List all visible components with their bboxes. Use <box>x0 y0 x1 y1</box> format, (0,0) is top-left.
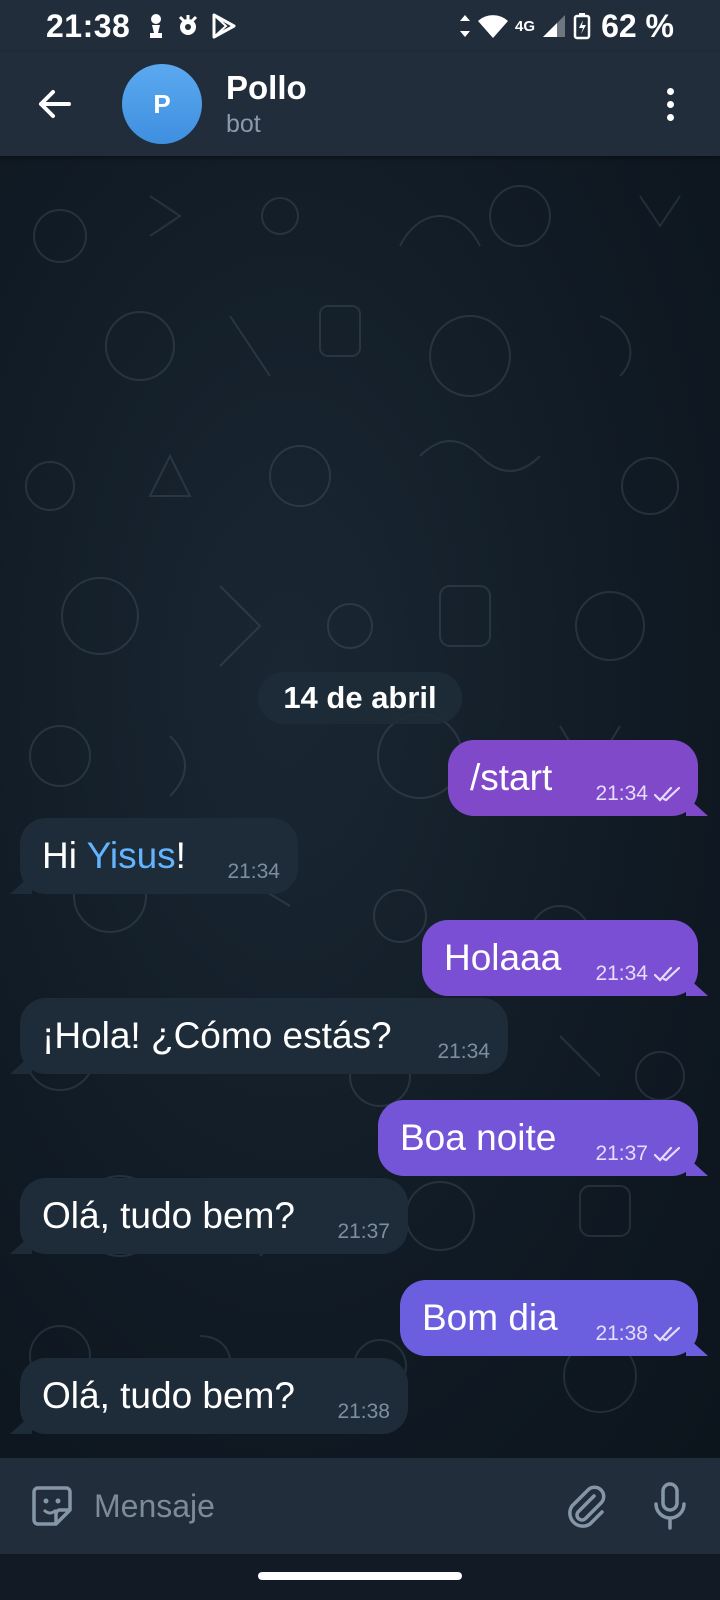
message-text: Olá, tudo bem? <box>42 1375 295 1416</box>
back-arrow-icon <box>39 90 71 118</box>
message-meta: 21:37 <box>337 1220 390 1244</box>
outgoing-message[interactable]: Boa noite 21:37 <box>378 1100 698 1176</box>
chat-subtitle: bot <box>226 110 261 138</box>
voice-message-button[interactable] <box>642 1478 698 1534</box>
double-check-icon <box>654 1326 681 1342</box>
data-arrows-icon <box>460 15 471 37</box>
chess-pawn-icon <box>150 14 163 38</box>
message-time: 21:34 <box>595 782 648 805</box>
message-meta: 21:38 <box>595 1322 684 1346</box>
message-meta: 21:34 <box>227 860 280 884</box>
network-type: 4G <box>515 17 536 35</box>
status-time: 21:38 <box>46 7 131 44</box>
battery-icon <box>573 13 591 40</box>
outgoing-message[interactable]: /start 21:34 <box>448 740 698 816</box>
outgoing-message[interactable]: Bom dia 21:38 <box>400 1280 698 1356</box>
signal-icon <box>543 15 566 37</box>
gear-icon <box>179 15 198 35</box>
home-indicator[interactable] <box>258 1572 462 1580</box>
incoming-message[interactable]: ¡Hola! ¿Cómo estás? 21:34 <box>20 998 508 1074</box>
sticker-button[interactable] <box>24 1478 80 1534</box>
message-time: 21:38 <box>337 1400 390 1423</box>
incoming-message[interactable]: Olá, tudo bem? 21:37 <box>20 1178 408 1254</box>
more-vert-icon <box>666 87 674 95</box>
message-text: Boa noite <box>400 1117 557 1158</box>
message-text: ¡Hola! ¿Cómo estás? <box>42 1015 392 1056</box>
message-time: 21:34 <box>437 1040 490 1063</box>
incoming-message[interactable]: Hi Yisus! 21:34 <box>20 818 298 894</box>
sticker-icon <box>32 1486 72 1526</box>
message-text-end: ! <box>175 835 186 876</box>
message-text: Olá, tudo bem? <box>42 1195 295 1236</box>
notification-icons <box>146 13 236 39</box>
chat-info[interactable]: Pollo bot <box>226 68 307 140</box>
message-time: 21:34 <box>227 860 280 883</box>
message-list[interactable]: 14 de abril /start 21:34 Hi Yisus! 21:34… <box>0 156 720 1458</box>
more-options-button[interactable] <box>650 76 690 132</box>
incoming-message[interactable]: Olá, tudo bem? 21:38 <box>20 1358 408 1434</box>
message-text: Bom dia <box>422 1297 558 1338</box>
double-check-icon <box>654 1146 681 1162</box>
date-separator: 14 de abril <box>258 672 462 724</box>
message-text: /start <box>470 757 553 798</box>
message-text-start: Hi <box>42 835 87 876</box>
chat-title: Pollo <box>226 69 307 106</box>
chat-header: P Pollo bot <box>0 52 720 156</box>
message-time: 21:34 <box>595 962 648 985</box>
play-store-icon <box>212 13 236 39</box>
attach-icon <box>568 1485 606 1528</box>
mention-link[interactable]: Yisus <box>87 835 176 876</box>
outgoing-message[interactable]: Holaaa 21:34 <box>422 920 698 996</box>
status-bar: 21:38 4G 62 % <box>0 0 720 52</box>
message-time: 21:37 <box>337 1220 390 1243</box>
double-check-icon <box>654 786 681 802</box>
message-time: 21:38 <box>595 1322 648 1345</box>
message-meta: 21:38 <box>337 1400 390 1424</box>
message-meta: 21:34 <box>595 962 684 986</box>
message-text: Hi Yisus! <box>42 835 186 877</box>
message-composer <box>0 1458 720 1554</box>
mic-icon <box>654 1482 686 1530</box>
attach-button[interactable] <box>558 1478 614 1534</box>
double-check-icon <box>654 966 681 982</box>
avatar[interactable]: P <box>122 64 202 144</box>
system-nav-bar <box>0 1554 720 1600</box>
message-meta: 21:34 <box>595 782 684 806</box>
message-meta: 21:37 <box>595 1142 684 1166</box>
wifi-icon <box>478 15 509 39</box>
message-text: Holaaa <box>444 937 562 978</box>
message-input[interactable] <box>94 1476 514 1536</box>
battery-percent: 62 % <box>601 7 674 44</box>
message-meta: 21:34 <box>437 1040 490 1064</box>
back-button[interactable] <box>26 76 82 132</box>
message-time: 21:37 <box>595 1142 648 1165</box>
status-right: 4G 62 % <box>459 8 674 45</box>
more-vert-dot <box>666 100 674 108</box>
more-vert-dot <box>666 113 674 121</box>
